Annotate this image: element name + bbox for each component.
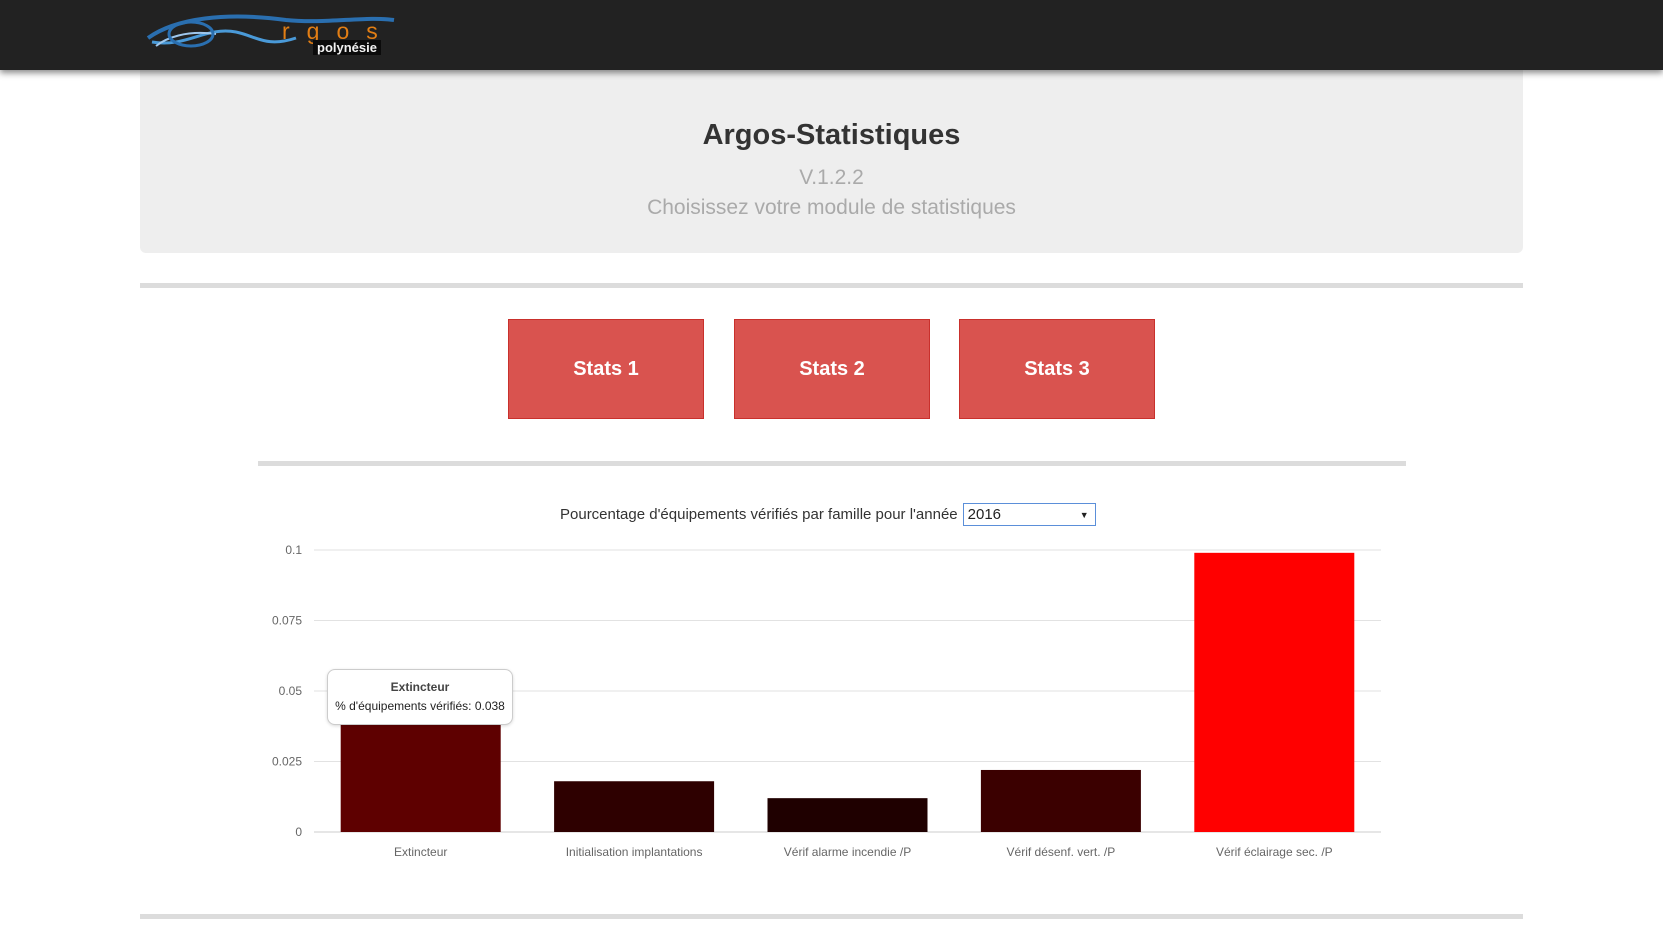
top-navbar: rgos polynésie xyxy=(0,0,1663,70)
x-category-label: Extincteur xyxy=(394,845,447,859)
year-select[interactable]: 2016 ▼ xyxy=(962,503,1096,526)
chart-bar[interactable] xyxy=(1194,552,1355,832)
divider xyxy=(140,914,1523,919)
chart-title: Pourcentage d'équipements vérifiés par f… xyxy=(560,506,958,523)
page-title: Argos-Statistiques xyxy=(702,119,961,151)
y-tick-label: 0.05 xyxy=(279,684,303,698)
stats-3-button[interactable]: Stats 3 xyxy=(959,319,1155,419)
header-jumbotron: Argos-Statistiques V.1.2.2 Choisissez vo… xyxy=(140,70,1523,253)
chevron-down-icon: ▼ xyxy=(1079,509,1089,520)
chart-tooltip: Extincteur % d'équipements vérifiés: 0.0… xyxy=(327,669,513,725)
y-tick-label: 0 xyxy=(295,825,302,839)
tooltip-title: Extincteur xyxy=(390,680,450,694)
stats-2-button[interactable]: Stats 2 xyxy=(734,319,930,419)
x-category-label: Initialisation implantations xyxy=(566,845,703,859)
chart-bar[interactable] xyxy=(554,781,715,832)
x-category-label: Vérif alarme incendie /P xyxy=(784,845,911,859)
chart-bar[interactable] xyxy=(980,769,1141,832)
divider xyxy=(140,283,1523,288)
logo-subtext: polynésie xyxy=(313,40,381,55)
tooltip-body: % d'équipements vérifiés: 0.038 xyxy=(335,699,505,713)
version-label: V.1.2.2 xyxy=(799,166,864,189)
y-tick-label: 0.025 xyxy=(272,755,302,769)
divider xyxy=(258,461,1406,466)
argos-logo[interactable]: rgos polynésie xyxy=(146,8,396,60)
y-tick-label: 0.075 xyxy=(272,614,302,628)
stats-1-button[interactable]: Stats 1 xyxy=(508,319,704,419)
chart-bar[interactable] xyxy=(340,724,501,832)
x-category-label: Vérif désenf. vert. /P xyxy=(1007,845,1116,859)
page-subtitle: Choisissez votre module de statistiques xyxy=(647,196,1016,219)
x-category-label: Vérif éclairage sec. /P xyxy=(1216,845,1333,859)
chart-title-row: Pourcentage d'équipements vérifiés par f… xyxy=(560,503,1096,526)
year-select-value: 2016 xyxy=(967,506,1002,523)
chart-bar[interactable] xyxy=(767,798,928,832)
y-tick-label: 0.1 xyxy=(285,543,302,557)
